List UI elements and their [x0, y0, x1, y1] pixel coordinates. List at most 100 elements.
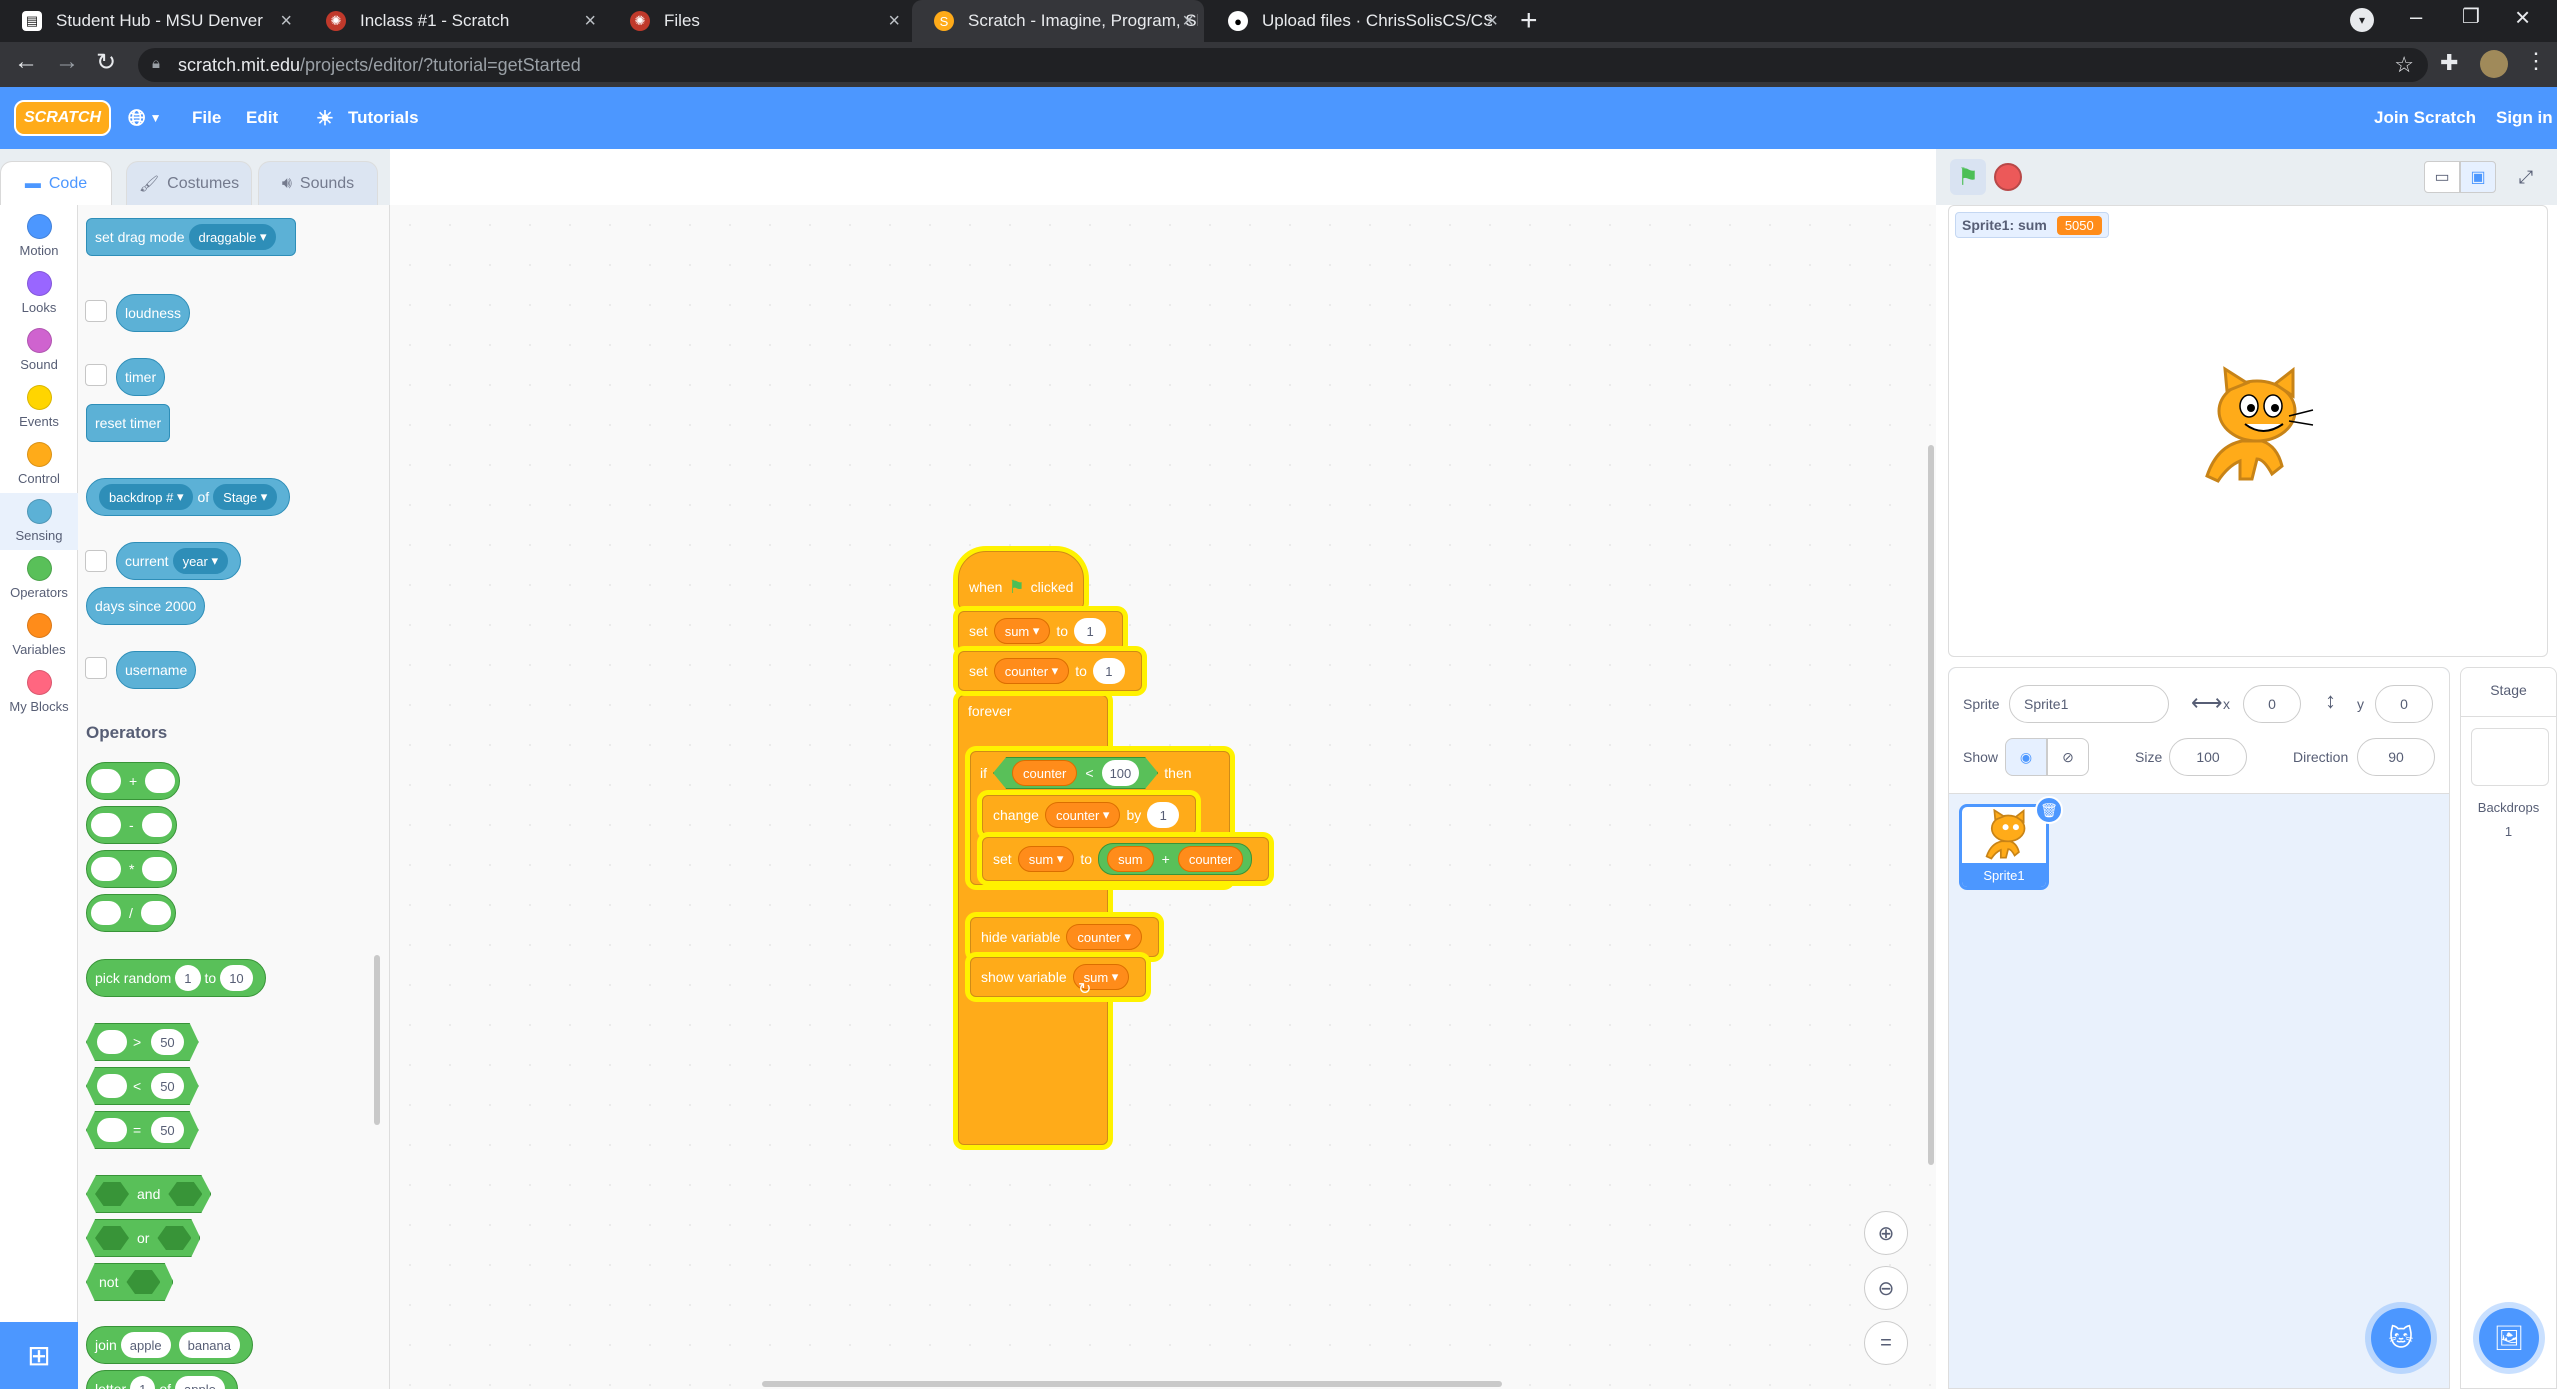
direction-input[interactable]: 90	[2357, 738, 2435, 776]
small-stage-button[interactable]: ▭	[2424, 161, 2460, 193]
stage-canvas[interactable]: Sprite1: sum 5050	[1948, 205, 2548, 657]
block-backdrop-of[interactable]: backdrop # ▾ of Stage ▾	[86, 478, 291, 516]
backdrop-dropdown[interactable]: backdrop # ▾	[99, 484, 194, 510]
close-tab-icon[interactable]: ×	[1486, 10, 1498, 33]
browser-tab[interactable]: ✺ Inclass #1 - Scratch ×	[304, 0, 606, 42]
backdrop-thumbnail[interactable]	[2471, 728, 2549, 786]
tab-sounds[interactable]: 🔊︎ Sounds	[258, 161, 378, 205]
variable-dropdown[interactable]: sum ▾	[993, 618, 1051, 644]
green-flag-button[interactable]: ⚑	[1950, 159, 1986, 195]
block-when-flag-clicked[interactable]: when ⚑ clicked	[958, 551, 1085, 609]
delete-sprite-button[interactable]: 🗑︎	[2035, 796, 2063, 824]
browser-tab[interactable]: ▤ Student Hub - MSU Denver ×	[0, 0, 302, 42]
x-input[interactable]: 0	[2243, 685, 2301, 723]
close-window-icon[interactable]: ×	[2515, 2, 2530, 33]
category-sensing[interactable]: Sensing	[0, 493, 78, 550]
current-checkbox[interactable]	[85, 550, 107, 572]
zoom-out-button[interactable]: ⊖	[1864, 1266, 1908, 1310]
choose-backdrop-button[interactable]: 🖼︎	[2479, 1308, 2539, 1368]
tutorials-bulb-icon[interactable]: ☀	[316, 87, 334, 149]
bookmark-star-icon[interactable]: ☆	[2394, 52, 2414, 78]
close-tab-icon[interactable]: ×	[280, 10, 292, 33]
category-sound[interactable]: Sound	[0, 322, 78, 379]
condition-less-than[interactable]: counter < 100	[993, 757, 1159, 789]
value-input[interactable]: 1	[1147, 802, 1180, 828]
random-from-input[interactable]: 1	[175, 965, 201, 991]
boolean-slot[interactable]	[126, 1270, 161, 1294]
browser-menu-icon[interactable]: ⋮	[2525, 48, 2547, 74]
block-letter-of[interactable]: letter 1 of apple	[86, 1370, 238, 1389]
input-slot[interactable]	[97, 1118, 127, 1142]
counter-reporter[interactable]: counter	[1012, 760, 1078, 786]
value-input[interactable]: 50	[151, 1029, 184, 1055]
workspace-vertical-scrollbar[interactable]	[1928, 445, 1934, 1165]
loudness-checkbox[interactable]	[85, 300, 107, 322]
minimize-icon[interactable]: –	[2410, 4, 2422, 30]
sign-in-link[interactable]: Sign in	[2496, 87, 2553, 149]
boolean-slot[interactable]	[95, 1182, 129, 1206]
block-timer[interactable]: timer	[116, 358, 166, 396]
join-input-2[interactable]: banana	[178, 1332, 240, 1358]
browser-tab[interactable]: ✺ Files ×	[608, 0, 910, 42]
block-reset-timer[interactable]: reset timer	[86, 404, 171, 442]
script-stack[interactable]: when ⚑ clicked set sum ▾ to 1 set counte…	[958, 551, 1620, 1209]
close-tab-icon[interactable]: ×	[888, 10, 900, 33]
file-menu[interactable]: File	[192, 87, 221, 149]
category-operators[interactable]: Operators	[0, 550, 78, 607]
timer-checkbox[interactable]	[85, 364, 107, 386]
category-variables[interactable]: Variables	[0, 607, 78, 664]
value-input[interactable]: 50	[151, 1073, 184, 1099]
block-days-since-2000[interactable]: days since 2000	[86, 587, 206, 625]
sprite-name-input[interactable]: Sprite1	[2009, 685, 2169, 723]
block-current[interactable]: current year ▾	[116, 542, 242, 580]
choose-sprite-button[interactable]: 🐱︎	[2371, 1308, 2431, 1368]
reload-icon[interactable]: ↻	[96, 48, 116, 77]
stage-selector-pane[interactable]: Stage Backdrops 1 🖼︎	[2460, 667, 2557, 1389]
new-tab-button[interactable]: +	[1520, 4, 1538, 38]
counter-reporter[interactable]: counter	[1177, 846, 1244, 872]
size-input[interactable]: 100	[2169, 738, 2247, 776]
extensions-puzzle-icon[interactable]: ✚	[2440, 50, 2458, 76]
tab-costumes[interactable]: 🖌︎ Costumes	[126, 161, 252, 205]
zoom-reset-button[interactable]: =	[1864, 1321, 1908, 1365]
browser-tab-active[interactable]: S Scratch - Imagine, Program, Shar ×	[912, 0, 1204, 42]
value-input[interactable]: 50	[151, 1117, 184, 1143]
block-set-counter[interactable]: set counter ▾ to 1	[958, 651, 1142, 691]
language-globe-icon[interactable]: 🌐︎ ▼	[128, 87, 162, 149]
large-stage-button[interactable]: ▣	[2460, 161, 2496, 193]
block-divide[interactable]: /	[86, 894, 176, 932]
random-to-input[interactable]: 10	[220, 965, 253, 991]
block-less-than[interactable]: <50	[86, 1067, 199, 1105]
variable-dropdown[interactable]: counter ▾	[1066, 924, 1142, 950]
input-slot[interactable]	[97, 1030, 127, 1054]
block-change-counter[interactable]: change counter ▾ by 1	[982, 795, 1197, 835]
y-input[interactable]: 0	[2375, 685, 2433, 723]
tutorials-menu[interactable]: Tutorials	[348, 87, 419, 149]
workspace-horizontal-scrollbar[interactable]	[762, 1381, 1502, 1387]
tab-code[interactable]: ▬ Code	[0, 161, 112, 205]
block-if-then[interactable]: if counter < 100 then	[970, 751, 1202, 795]
block-set-drag-mode[interactable]: set drag mode draggable ▾	[86, 218, 296, 256]
username-checkbox[interactable]	[85, 657, 107, 679]
block-and[interactable]: and	[86, 1175, 212, 1213]
draggable-dropdown[interactable]: draggable ▾	[188, 224, 277, 250]
category-my-blocks[interactable]: My Blocks	[0, 664, 78, 721]
category-control[interactable]: Control	[0, 436, 78, 493]
block-set-sum-plus-counter[interactable]: set sum ▾ to sum + counter	[982, 837, 1270, 881]
block-pick-random[interactable]: pick random 1 to 10	[86, 959, 266, 997]
block-show-variable[interactable]: show variable sum ▾	[970, 957, 1147, 997]
zoom-in-button[interactable]: ⊕	[1864, 1211, 1908, 1255]
category-events[interactable]: Events	[0, 379, 78, 436]
block-hide-variable[interactable]: hide variable counter ▾	[970, 917, 1159, 957]
address-bar[interactable]: 🔒︎ scratch.mit.edu/projects/editor/?tuto…	[138, 48, 2428, 82]
back-icon[interactable]: ←	[14, 48, 38, 76]
tab-search-icon[interactable]: ▾	[2350, 8, 2374, 32]
block-username[interactable]: username	[116, 651, 197, 689]
boolean-slot[interactable]	[95, 1226, 129, 1250]
edit-menu[interactable]: Edit	[246, 87, 278, 149]
variable-monitor[interactable]: Sprite1: sum 5050	[1955, 212, 2109, 238]
value-input[interactable]: 100	[1101, 760, 1140, 786]
block-greater-than[interactable]: >50	[86, 1023, 199, 1061]
block-multiply[interactable]: *	[86, 850, 178, 888]
restore-icon[interactable]: ❐	[2462, 4, 2480, 29]
